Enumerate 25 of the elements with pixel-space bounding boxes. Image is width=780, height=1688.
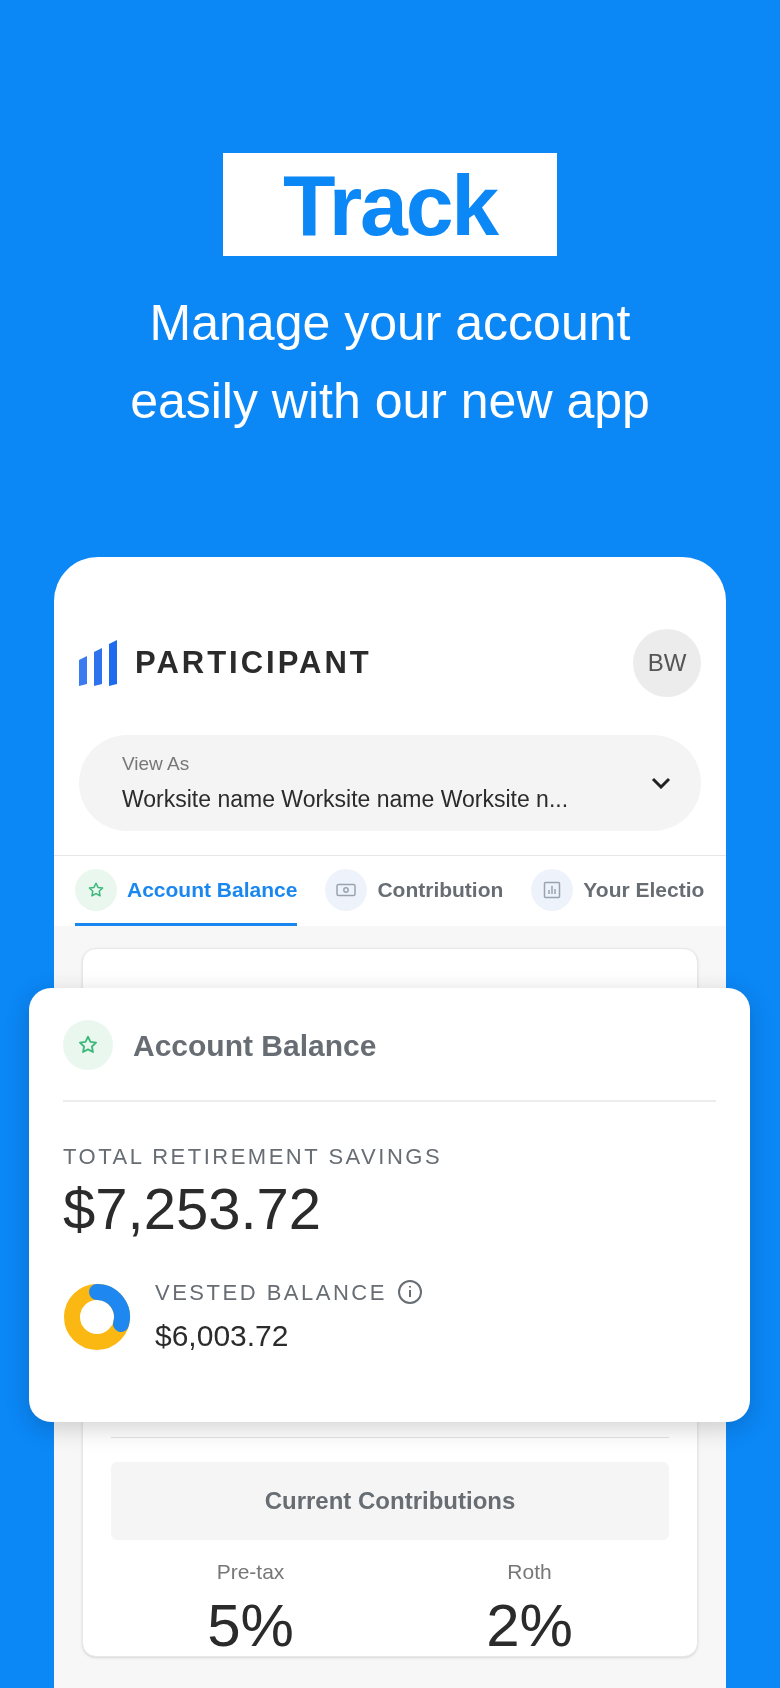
card-title: Account Balance xyxy=(133,1027,377,1064)
chevron-down-icon xyxy=(651,777,671,789)
subtitle-line: easily with our new app xyxy=(130,372,650,431)
tab[interactable]: Contribution xyxy=(325,856,504,926)
contribution-label: Roth xyxy=(507,1559,552,1585)
avatar[interactable]: BW xyxy=(633,629,701,697)
view-as-dropdown[interactable]: View As Worksite name Worksite name Worksite n... xyxy=(79,735,701,831)
donut-chart-drawing xyxy=(63,1282,131,1351)
star-icon xyxy=(77,1034,99,1056)
tab[interactable]: Your Electio xyxy=(531,856,705,926)
total-amount: $7,253.72 xyxy=(63,1175,323,1243)
bar-chart-icon xyxy=(543,880,562,899)
subtitle-line: Manage your account xyxy=(149,294,631,353)
contribution-percent: 5% xyxy=(207,1595,294,1656)
star-icon xyxy=(87,880,105,899)
contribution-percent: 2% xyxy=(486,1595,573,1656)
total-label: TOTAL RETIREMENT SAVINGS xyxy=(63,1143,444,1171)
current-contributions-header: Current Contributions xyxy=(111,1462,669,1540)
contribution-label: Pre-tax xyxy=(216,1559,285,1585)
app-logo-text: PARTICIPANT xyxy=(135,643,372,682)
info-icon[interactable] xyxy=(396,1279,423,1305)
banknote-icon xyxy=(336,882,357,897)
vested-label: VESTED BALANCE xyxy=(155,1278,387,1307)
vested-amount: $6,003.72 xyxy=(155,1317,290,1354)
headline: Track xyxy=(223,153,557,256)
